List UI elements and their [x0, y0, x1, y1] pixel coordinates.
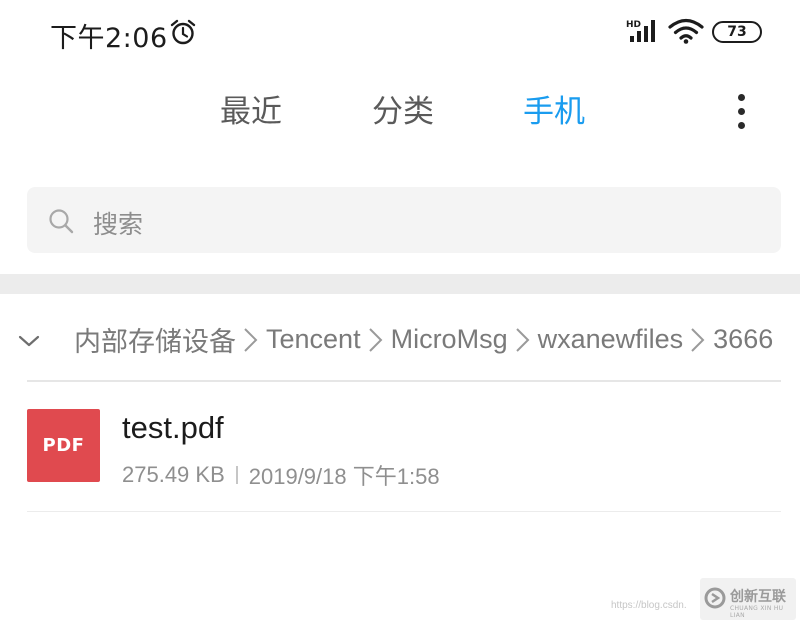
search-placeholder: 搜索 — [93, 210, 144, 239]
meta-divider — [235, 466, 238, 484]
tab-category[interactable]: 分类 — [372, 86, 434, 131]
wifi-icon — [668, 18, 704, 44]
file-list-item[interactable]: PDF test.pdf 275.49 KB 2019/9/18 下午1:58 — [0, 382, 800, 512]
battery-icon: 73 — [712, 21, 762, 43]
file-name: test.pdf — [122, 410, 224, 445]
chevron-right-icon — [244, 327, 258, 352]
pdf-thumb-label: PDF — [42, 435, 85, 456]
breadcrumb-item-tencent[interactable]: Tencent — [266, 324, 361, 355]
search-icon — [49, 209, 74, 234]
breadcrumb-path: 内部存储设备 Tencent MicroMsg wxanewfiles 3666 — [74, 320, 800, 359]
search-input[interactable]: 搜索 — [27, 187, 781, 253]
watermark-brand-en: CHUANG XIN HU LIAN — [730, 605, 784, 619]
chevron-down-icon[interactable] — [18, 330, 40, 352]
section-divider — [0, 274, 800, 294]
file-modified: 2019/9/18 下午1:58 — [248, 464, 440, 489]
watermark-brand: 创新互联 — [730, 589, 786, 605]
breadcrumb: 内部存储设备 Tencent MicroMsg wxanewfiles 3666 — [0, 318, 800, 362]
file-manager-screen: 下午2:06 HD 73 最近 分类 手机 搜索 内部存储设备 Tencent … — [0, 0, 800, 622]
chevron-right-icon — [515, 327, 530, 352]
breadcrumb-item-internal-storage[interactable]: 内部存储设备 — [74, 320, 236, 359]
tab-phone[interactable]: 手机 — [523, 86, 585, 131]
tab-recent[interactable]: 最近 — [220, 86, 282, 131]
file-divider — [27, 511, 781, 512]
watermark-url: https://blog.csdn. — [611, 600, 687, 611]
chevron-right-icon — [368, 327, 382, 352]
network-label: HD — [626, 20, 641, 30]
file-meta: 275.49 KB 2019/9/18 下午1:58 — [122, 459, 440, 491]
breadcrumb-item-micromsg[interactable]: MicroMsg — [391, 324, 508, 355]
battery-level: 73 — [727, 24, 747, 40]
hd-signal-icon: HD — [626, 20, 655, 42]
status-time: 下午2:06 — [50, 23, 168, 54]
more-vertical-icon[interactable] — [728, 92, 756, 132]
file-size: 275.49 KB — [122, 462, 225, 487]
status-bar: 下午2:06 HD 73 — [0, 0, 800, 66]
tab-bar: 最近 分类 手机 — [0, 86, 800, 138]
watermark-logo: 创新互联 CHUANG XIN HU LIAN — [700, 578, 796, 620]
brand-logo-icon — [704, 587, 726, 609]
breadcrumb-item-folder[interactable]: 3666 — [713, 324, 773, 355]
chevron-right-icon — [691, 327, 705, 352]
pdf-file-icon: PDF — [27, 409, 100, 482]
alarm-icon — [170, 19, 196, 45]
breadcrumb-item-wxanewfiles[interactable]: wxanewfiles — [538, 324, 684, 355]
